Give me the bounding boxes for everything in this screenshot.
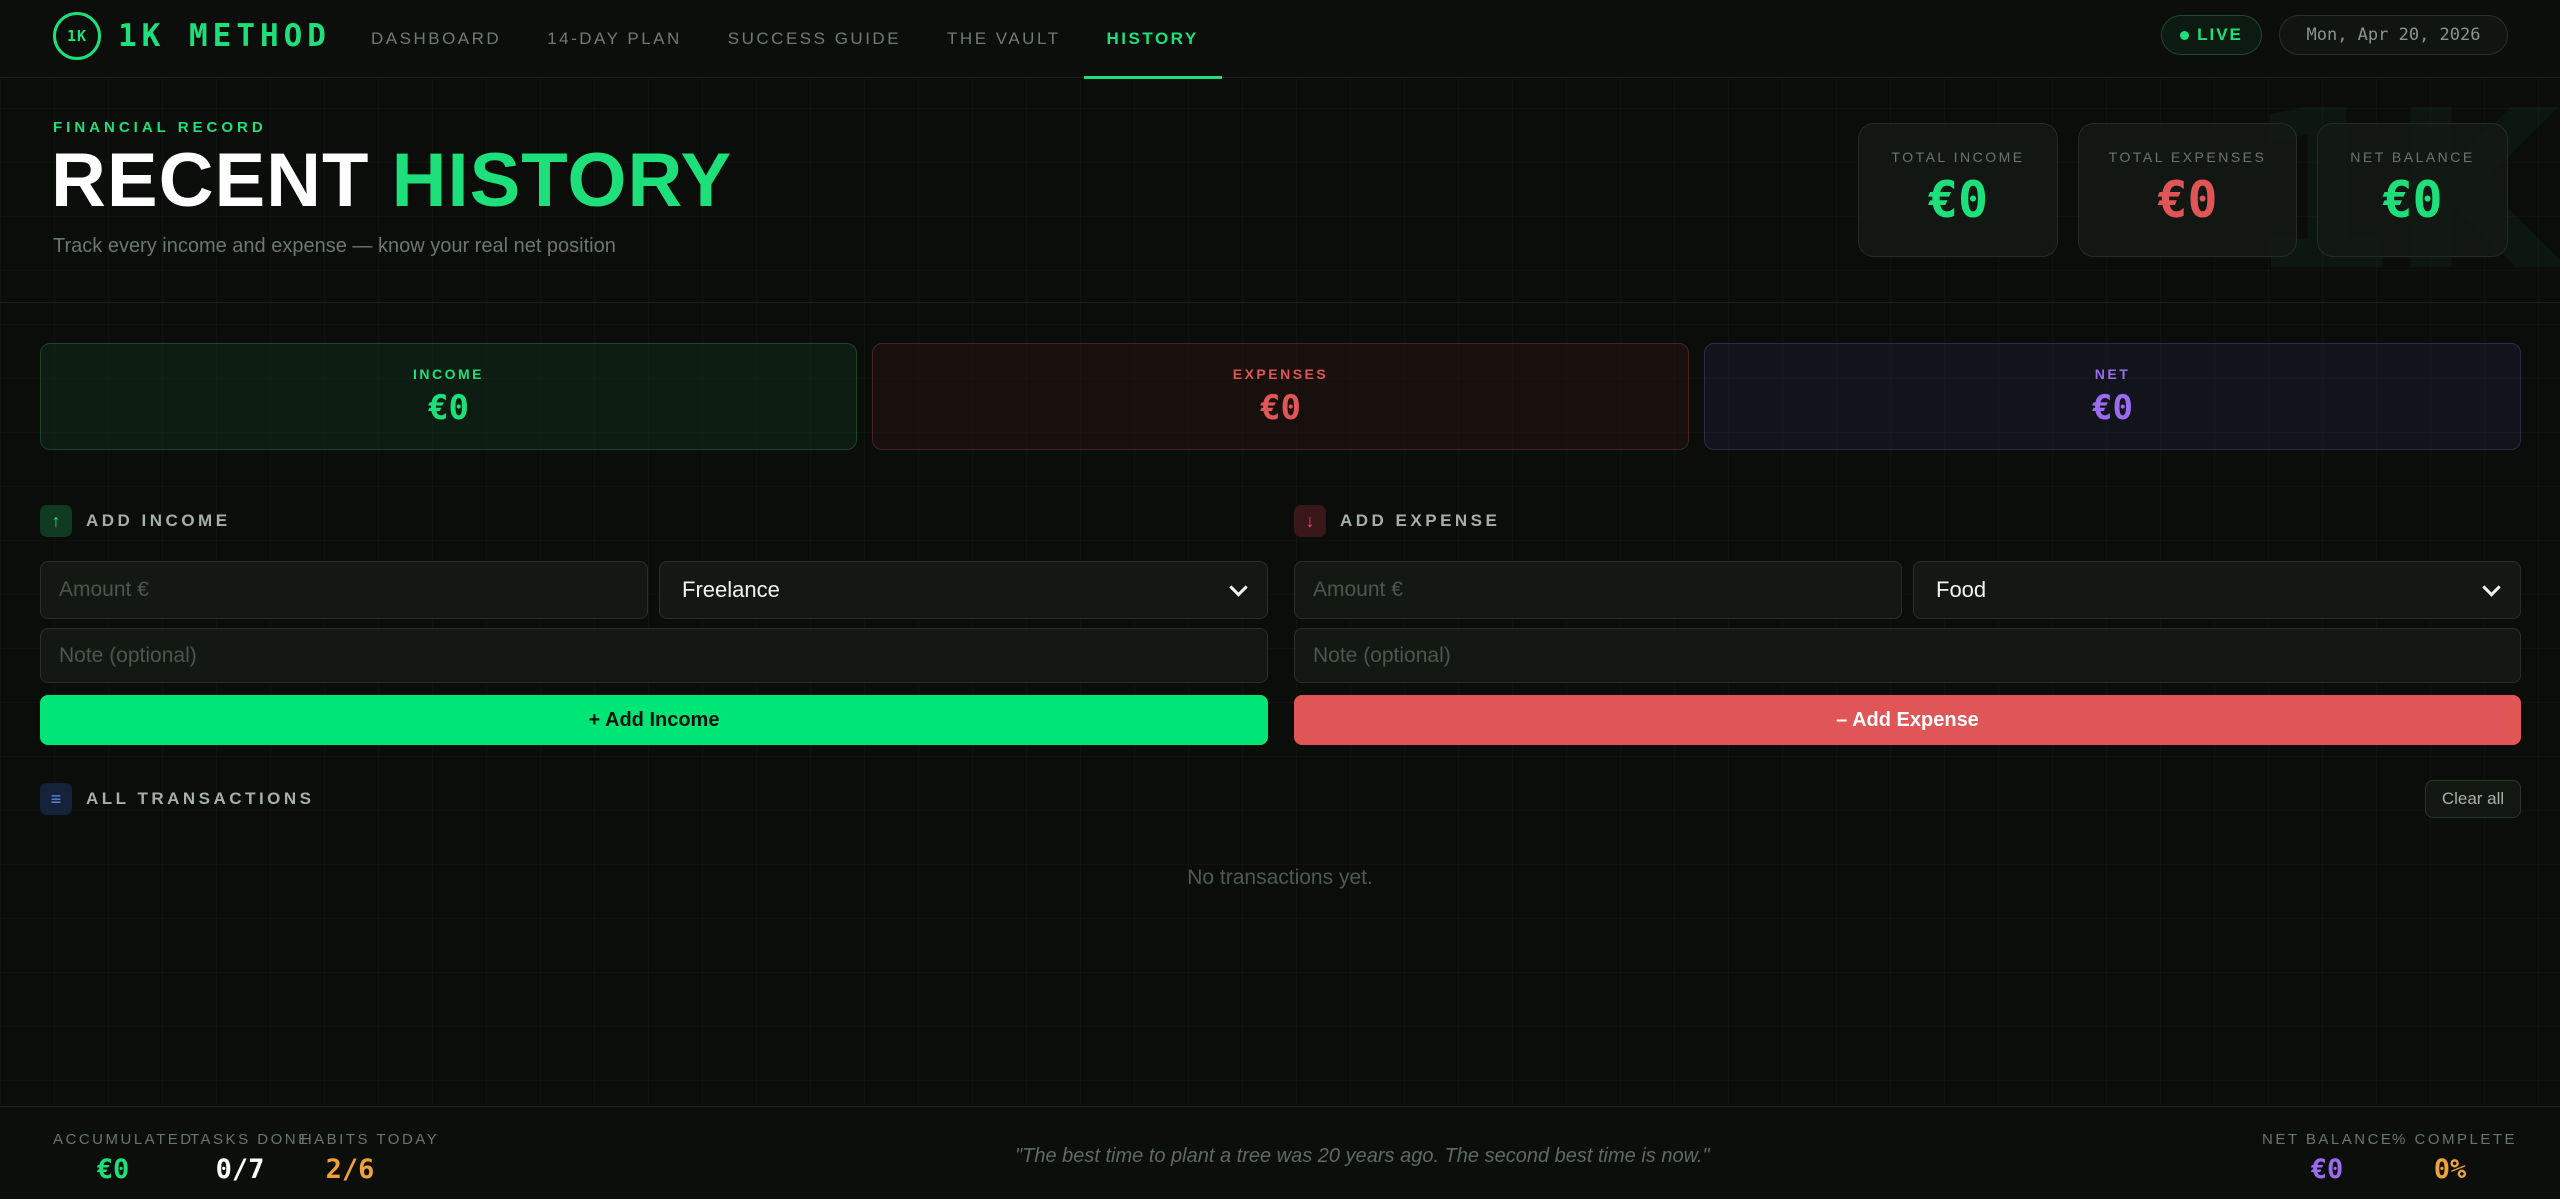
date-display: Mon, Apr 20, 2026: [2279, 15, 2508, 55]
footer-bar: ACCUMULATED €0 TASKS DONE 0/7 HABITS TOD…: [0, 1106, 2560, 1199]
arrow-down-icon: ↓: [1294, 505, 1326, 537]
footer-quote: "The best time to plant a tree was 20 ye…: [1015, 1145, 1710, 1167]
summary-net-card: NET €0: [1704, 343, 2521, 450]
total-expenses-label: TOTAL EXPENSES: [2108, 149, 2267, 165]
total-expenses-value: €0: [2157, 171, 2218, 229]
page-subtitle: Track every income and expense — know yo…: [53, 235, 616, 257]
brand-name: 1K METHOD: [118, 18, 331, 54]
net-balance-card: NET BALANCE €0: [2317, 123, 2508, 257]
net-balance-label: NET BALANCE: [2350, 149, 2475, 165]
transactions-label: ALL TRANSACTIONS: [86, 789, 315, 808]
income-category-value: Freelance: [682, 577, 780, 602]
top-navbar: 1K 1K METHOD DASHBOARD 14-DAY PLAN SUCCE…: [0, 0, 2560, 79]
footer-net-balance-value: €0: [2310, 1154, 2344, 1185]
footer-percent-complete: % COMPLETE 0%: [2392, 1131, 2518, 1185]
add-income-heading: ↑ ADD INCOME: [40, 505, 231, 537]
add-income-label: ADD INCOME: [86, 511, 231, 530]
live-label: LIVE: [2197, 25, 2243, 44]
live-badge: LIVE: [2161, 15, 2262, 55]
footer-accumulated-value: €0: [96, 1154, 130, 1185]
add-income-button[interactable]: + Add Income: [40, 695, 1268, 745]
tab-the-vault[interactable]: THE VAULT: [924, 0, 1084, 78]
footer-net-balance: NET BALANCE €0: [2262, 1131, 2392, 1185]
total-income-card: TOTAL INCOME €0: [1858, 123, 2058, 257]
page-title-white: RECENT: [51, 138, 370, 223]
footer-percent-label: % COMPLETE: [2392, 1131, 2518, 1148]
footer-net-balance-label: NET BALANCE: [2262, 1131, 2394, 1148]
footer-tasks-label: TASKS DONE: [190, 1131, 311, 1148]
tab-success-guide[interactable]: SUCCESS GUIDE: [705, 0, 924, 78]
transactions-heading: ≡ ALL TRANSACTIONS: [40, 783, 315, 815]
brand[interactable]: 1K 1K METHOD: [53, 12, 331, 60]
footer-habits-today: HABITS TODAY 2/6: [300, 1131, 440, 1185]
add-expense-button[interactable]: – Add Expense: [1294, 695, 2521, 745]
footer-accumulated-label: ACCUMULATED: [53, 1131, 194, 1148]
footer-habits-value: 2/6: [325, 1154, 375, 1185]
page-header: 1K FINANCIAL RECORD RECENT HISTORY Track…: [0, 79, 2560, 303]
expense-category-select[interactable]: Food: [1913, 561, 2521, 619]
expense-note-input[interactable]: [1294, 628, 2521, 683]
total-income-label: TOTAL INCOME: [1891, 149, 2025, 165]
expense-amount-input[interactable]: [1294, 561, 1902, 619]
chevron-down-icon: [2482, 577, 2501, 597]
tab-dashboard[interactable]: DASHBOARD: [348, 0, 524, 78]
add-expense-heading: ↓ ADD EXPENSE: [1294, 505, 1500, 537]
chevron-down-icon: [1229, 577, 1248, 597]
expense-category-value: Food: [1936, 577, 1987, 602]
footer-percent-value: 0%: [2433, 1154, 2467, 1185]
summary-income-card: INCOME €0: [40, 343, 857, 450]
summary-net-label: NET: [2094, 366, 2131, 382]
net-balance-value: €0: [2382, 171, 2443, 229]
arrow-up-icon: ↑: [40, 505, 72, 537]
page-title: RECENT HISTORY: [51, 139, 732, 223]
page-title-green: HISTORY: [391, 138, 733, 223]
income-category-select[interactable]: Freelance: [659, 561, 1268, 619]
income-amount-input[interactable]: [40, 561, 648, 619]
footer-habits-label: HABITS TODAY: [300, 1131, 440, 1148]
summary-income-label: INCOME: [413, 366, 484, 382]
empty-transactions-message: No transactions yet.: [1187, 866, 1373, 889]
footer-accumulated: ACCUMULATED €0: [53, 1131, 193, 1185]
summary-expenses-card: EXPENSES €0: [872, 343, 1689, 450]
summary-income-value: €0: [428, 388, 469, 428]
nav-tabs: DASHBOARD 14-DAY PLAN SUCCESS GUIDE THE …: [348, 0, 1222, 79]
summary-expenses-label: EXPENSES: [1232, 366, 1329, 382]
summary-net-value: €0: [2092, 388, 2133, 428]
brand-logo-icon: 1K: [53, 12, 101, 60]
clear-all-button[interactable]: Clear all: [2425, 780, 2521, 818]
add-expense-label: ADD EXPENSE: [1340, 511, 1501, 530]
tab-history[interactable]: HISTORY: [1083, 0, 1222, 79]
total-expenses-card: TOTAL EXPENSES €0: [2078, 123, 2297, 257]
summary-expenses-value: €0: [1260, 388, 1301, 428]
income-note-input[interactable]: [40, 628, 1268, 683]
total-income-value: €0: [1927, 171, 1989, 229]
live-dot-icon: [2180, 30, 2190, 40]
tab-14-day-plan[interactable]: 14-DAY PLAN: [524, 0, 705, 78]
page-eyebrow: FINANCIAL RECORD: [53, 119, 267, 136]
list-icon: ≡: [40, 783, 72, 815]
